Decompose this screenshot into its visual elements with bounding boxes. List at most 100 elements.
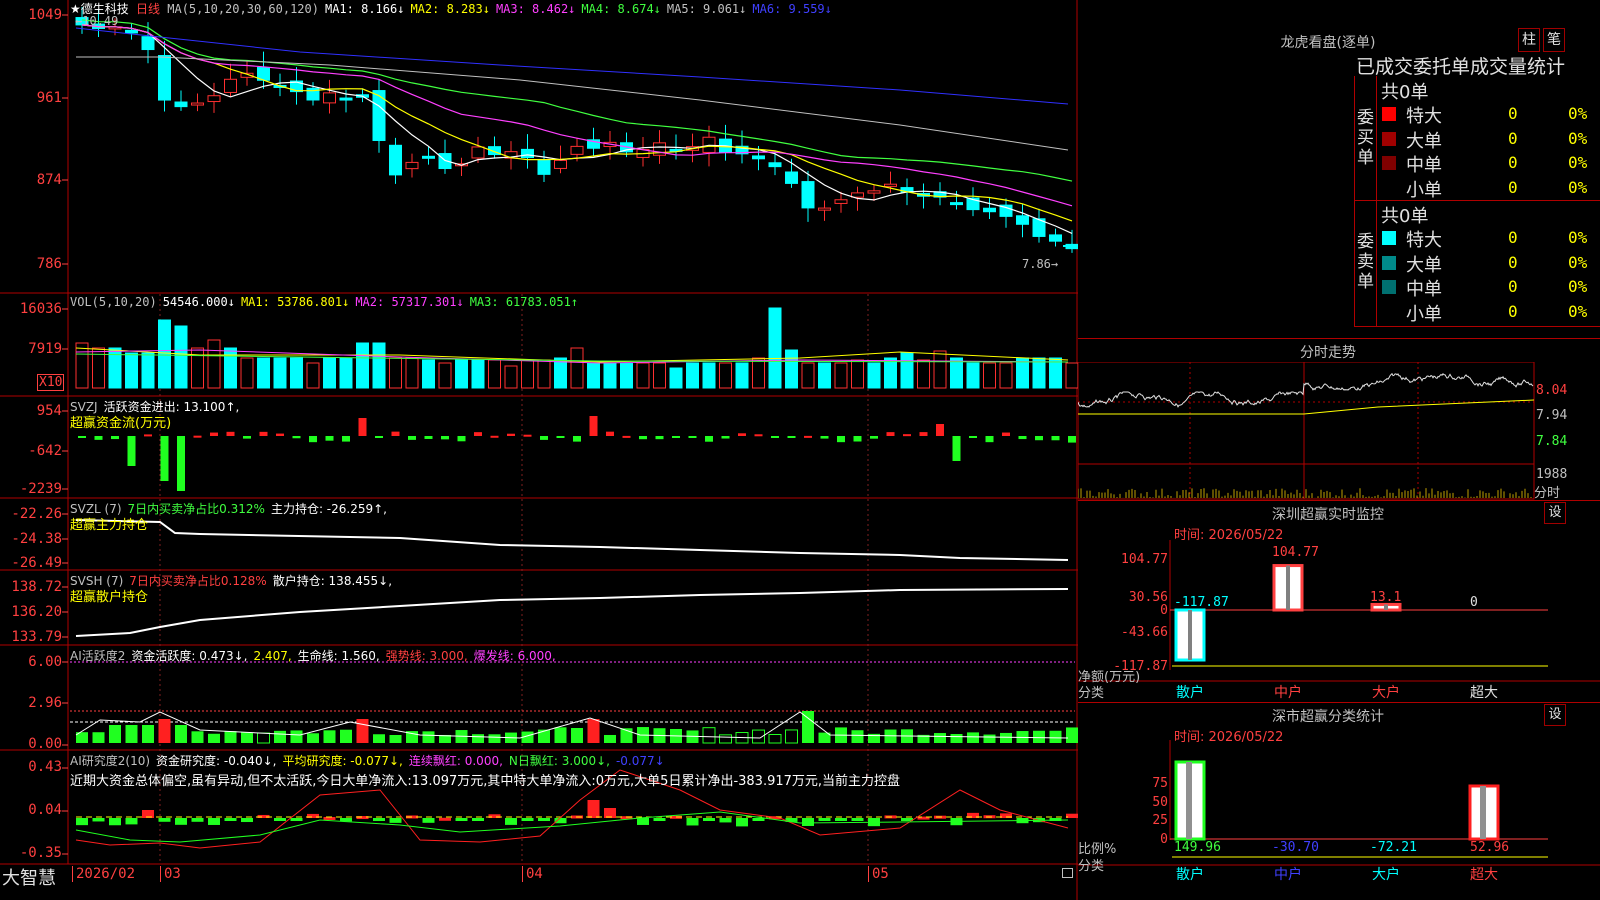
intraday-avg-line (1078, 399, 1535, 415)
fund-flow-bar (490, 435, 499, 438)
indicator-value: 强势线: 3.000, (385, 649, 468, 663)
dragon-title: 龙虎看盘(逐单) (1280, 35, 1376, 51)
volume-bar (983, 362, 996, 389)
activity-bar (389, 734, 402, 743)
indicator-value: MA3: 8.462↓ (495, 2, 576, 16)
order-row-label: 大单 (1406, 130, 1442, 152)
volume-bar (1065, 362, 1078, 389)
volume-bar (785, 349, 798, 389)
indicator-value: 资金研究度: -0.040↓, (156, 754, 277, 768)
intraday-chart[interactable] (1078, 362, 1600, 500)
activity-bar (1049, 730, 1062, 743)
indicator-value: -0.077↓ (615, 754, 665, 768)
activity-bar (158, 719, 171, 743)
activity-bar (1000, 732, 1012, 743)
order-row-value: 0 (1508, 252, 1518, 272)
candle-body (389, 144, 402, 176)
activity-bar (571, 728, 583, 743)
candle-body (339, 97, 353, 101)
monitor-cat-label: 分类 (1078, 686, 1105, 701)
monitor-value-label: 13.1 (1370, 590, 1402, 605)
svzl-y-label: -26.49 (11, 555, 62, 571)
bar-mode-button[interactable]: 柱 (1518, 28, 1540, 52)
indicator-value: 生命线: 1.560, (297, 649, 380, 663)
volume-bar (224, 347, 237, 389)
activity-bar (768, 733, 782, 744)
class-settings-button[interactable]: 设 (1544, 704, 1566, 726)
candle-body (471, 146, 485, 159)
divider (1354, 200, 1600, 201)
svsh-subtitle: 超赢散户持仓 (70, 590, 149, 605)
retail-position-line (75, 588, 1069, 637)
volume-bar (1016, 357, 1029, 389)
activity-bar (934, 733, 946, 743)
x-label: 2026/02 (72, 866, 135, 882)
activity-bar (950, 734, 963, 743)
brand-logo: 大智慧 (2, 868, 56, 889)
volume-bar (504, 365, 518, 389)
candle-body (752, 155, 765, 160)
fund-flow-bar (424, 436, 433, 439)
class-category: 散户 (1176, 867, 1204, 883)
fund-flow-bar (903, 434, 911, 437)
volume-bar (669, 367, 683, 389)
volume-bar (686, 362, 699, 389)
activity-bar (472, 734, 484, 743)
volume-bar (851, 359, 864, 389)
monitor-settings-button[interactable]: 设 (1544, 502, 1566, 524)
volume-bar (125, 352, 138, 389)
research-bar (76, 818, 88, 826)
research-bar (422, 818, 435, 823)
period-label[interactable]: 日线 (136, 2, 160, 16)
indicator-value: 连续飘红: 0.000, (408, 754, 503, 768)
activity-bar (983, 734, 996, 743)
research-bar (719, 818, 732, 823)
sz-monitor-title: 深圳超赢实时监控 (1272, 507, 1384, 523)
activity-bar (274, 730, 286, 743)
volume-bar (1032, 357, 1046, 389)
volume-bar (75, 342, 89, 389)
volume-bar (900, 352, 914, 389)
fund-flow-bar (705, 436, 713, 442)
sell-total: 共0单 (1381, 206, 1429, 227)
candle-body (950, 202, 963, 206)
research-bar (356, 816, 369, 820)
fund-flow-bar (391, 431, 400, 436)
candle-body (818, 207, 831, 211)
order-row-value: 0 (1508, 228, 1518, 247)
activity-bar (1033, 730, 1045, 743)
monitor-y-label: -43.66 (1121, 625, 1168, 640)
research-bar (505, 818, 517, 825)
monitor-bar (1370, 602, 1402, 612)
fund-flow-bar (1018, 436, 1027, 440)
fund-flow-bar (655, 436, 664, 440)
fund-flow-bar (358, 418, 367, 436)
activity-bar (191, 731, 204, 743)
fund-flow-bar (325, 436, 334, 441)
order-row-label: 小单 (1406, 179, 1442, 201)
sell-side-label: 委卖单 (1357, 232, 1374, 292)
candle-body (570, 145, 584, 155)
activity-bar (356, 719, 369, 743)
indicator-value: MA(5,10,20,30,60,120) (167, 2, 319, 16)
indicator-value: MA2: 8.283↓ (410, 2, 490, 16)
class-y-label: 50 (1152, 795, 1168, 810)
monitor-value-label: -117.87 (1174, 595, 1229, 610)
fund-flow-bar (589, 416, 598, 436)
intraday-vol-label: 1988 (1536, 467, 1568, 482)
pen-mode-button[interactable]: 笔 (1543, 28, 1565, 52)
volume-bar (702, 362, 716, 389)
divider (1078, 500, 1600, 501)
class-value-label: 149.96 (1174, 840, 1221, 855)
activity-bar (109, 725, 121, 743)
divider (1354, 326, 1600, 327)
candle-body (125, 29, 138, 34)
lock-icon[interactable] (1062, 868, 1073, 878)
ma-line (76, 56, 1069, 151)
x-label: 05 (868, 866, 889, 882)
research-bar (703, 818, 715, 821)
indicator-value: 资金活跃度: 0.473↓, (131, 649, 248, 663)
fund-flow-bar (820, 436, 829, 439)
volume-bar (207, 339, 221, 389)
volume-bar (488, 359, 501, 389)
